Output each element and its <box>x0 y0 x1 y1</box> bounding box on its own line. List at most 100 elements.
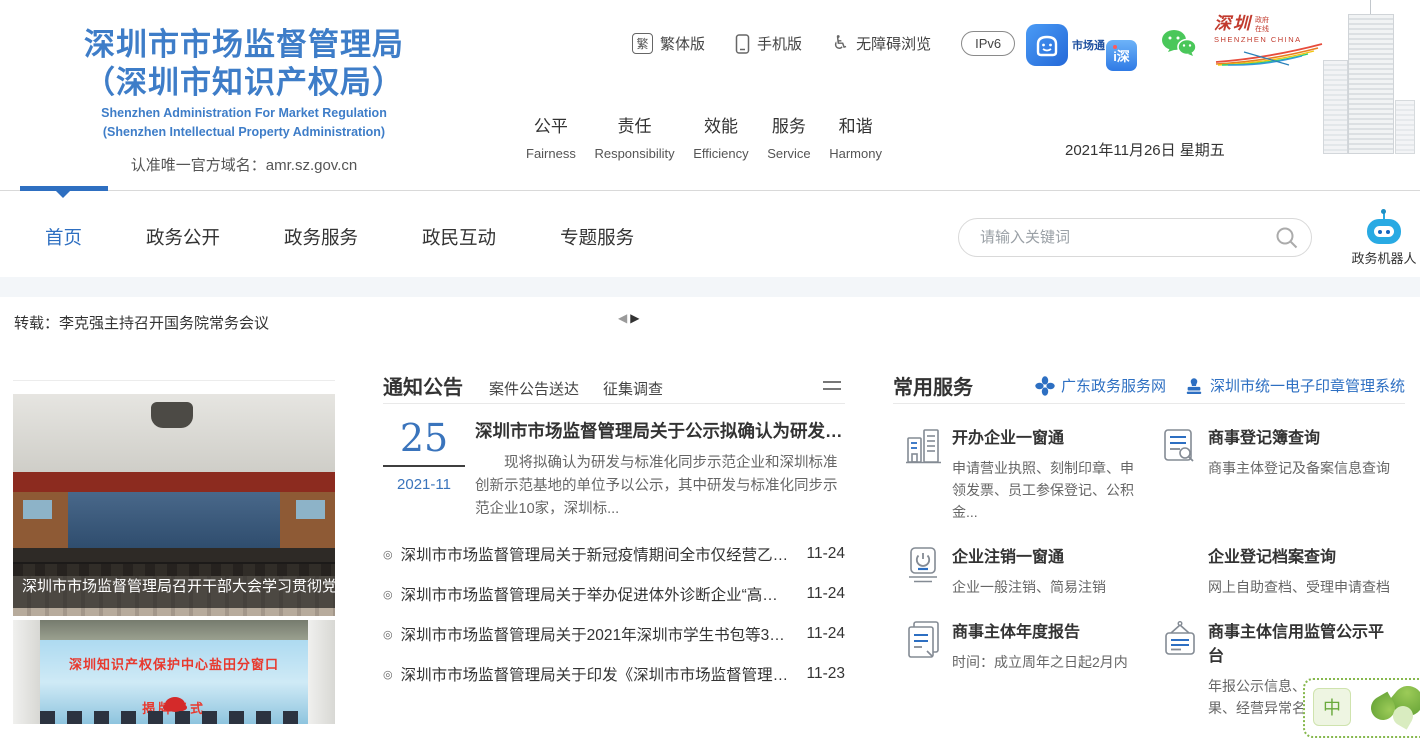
tab-surveys[interactable]: 征集调查 <box>603 378 663 399</box>
notice-link[interactable]: ◎ 深圳市市场监督管理局关于举办促进体外诊断企业“高质量... 11-24 <box>383 574 845 614</box>
photo-wall <box>13 492 335 548</box>
building-icon <box>905 424 952 523</box>
accessibility-link[interactable]: ♿ 无障碍浏览 <box>832 33 931 54</box>
mobile-label: 手机版 <box>757 33 802 54</box>
search-button[interactable] <box>1263 226 1311 250</box>
ticker-prev-icon[interactable]: ◀ <box>618 311 627 325</box>
eseal-system-link[interactable]: 深圳市统一电子印章管理系统 <box>1184 375 1405 396</box>
bullet-icon: ◎ <box>383 668 393 681</box>
site-title-en-1: Shenzhen Administration For Market Regul… <box>28 106 460 121</box>
ipv6-badge[interactable]: IPv6 <box>961 31 1015 56</box>
featured-month: 2021-11 <box>383 476 465 493</box>
bullet-icon: ◎ <box>383 628 393 641</box>
mobile-version-link[interactable]: 手机版 <box>735 33 802 54</box>
stamp-icon <box>1184 376 1204 396</box>
notice-list: ◎ 深圳市市场监督管理局关于新冠疫情期间全市仅经营乙类非... 11-24 ◎ … <box>383 534 845 694</box>
service-open-business[interactable]: 开办企业一窗通 申请营业执照、刻制印章、申领发票、员工参保登记、公积金... <box>893 404 1149 523</box>
document-search-icon <box>1161 424 1208 523</box>
weather-widget[interactable]: 中 <box>1303 678 1420 738</box>
featured-date-divider <box>383 465 465 467</box>
featured-notice[interactable]: 25 2021-11 深圳市市场监督管理局关于公示拟确认为研发与标... 现将拟… <box>383 418 845 521</box>
clover-leaves-icon <box>1358 688 1420 728</box>
nav-item-interaction[interactable]: 政民互动 <box>422 224 496 250</box>
site-title-zh-2: （深圳市知识产权局） <box>28 64 460 102</box>
notice-link[interactable]: ◎ 深圳市市场监督管理局关于新冠疫情期间全市仅经营乙类非... 11-24 <box>383 534 845 574</box>
no-icon <box>1161 543 1208 598</box>
news-carousel: 深圳市市场监督管理局召开干部大会学习贯彻党的十... 深圳知识产权保护中心盐田分… <box>13 380 335 724</box>
gov-robot-button[interactable]: 政务机器人 <box>1348 211 1420 267</box>
traditional-label: 繁体版 <box>660 33 705 54</box>
value-service: 服务 Service <box>767 112 810 161</box>
current-date: 2021年11月26日 星期五 <box>1065 139 1225 160</box>
nav-item-home[interactable]: 首页 <box>45 224 82 250</box>
traditional-chinese-link[interactable]: 繁 繁体版 <box>632 33 705 54</box>
tab-case-announcements[interactable]: 案件公告送达 <box>489 378 579 399</box>
shenzhen-logo-sub: 政府在线 <box>1255 16 1273 34</box>
photo2-pillar-right <box>308 620 335 724</box>
market-app-icon <box>1026 24 1068 66</box>
ishenzhen-dot-icon <box>1113 45 1117 49</box>
power-icon <box>905 543 952 598</box>
report-icon <box>905 618 952 719</box>
hanging-board-icon <box>1161 618 1208 719</box>
service-registry-search[interactable]: 商事登记簿查询 商事主体登记及备案信息查询 <box>1149 404 1405 523</box>
notices-panel: 通知公告 案件公告送达 征集调查 25 2021-11 深圳市市场监督管理局关于… <box>383 368 845 694</box>
market-app-link[interactable]: 市场通 <box>1026 24 1105 66</box>
accessibility-label: 无障碍浏览 <box>856 33 931 54</box>
wheelchair-icon: ♿ <box>832 34 849 53</box>
nav-active-triangle <box>56 191 70 198</box>
utility-bar: 繁 繁体版 手机版 ♿ 无障碍浏览 IPv6 <box>632 31 1015 56</box>
search-icon <box>1275 226 1299 250</box>
wechat-icon[interactable] <box>1160 28 1198 63</box>
news-ticker: 转载：李克强主持召开国务院常务会议 ◀ ▶ <box>0 297 1420 345</box>
carousel-caption: 深圳市市场监督管理局召开干部大会学习贯彻党的十... <box>13 562 335 608</box>
ishenzhen-app-icon[interactable]: i深 <box>1106 40 1137 71</box>
official-domain-notice: 认准唯一官方域名：amr.sz.gov.cn <box>28 154 460 175</box>
nav-item-special-services[interactable]: 专题服务 <box>560 224 634 250</box>
shenzhen-logo-name: 深圳 <box>1214 15 1252 33</box>
ticker-headline[interactable]: 转载：李克强主持召开国务院常务会议 <box>14 312 269 333</box>
guangdong-services-link[interactable]: 广东政务服务网 <box>1035 375 1166 396</box>
featured-date: 25 2021-11 <box>383 418 465 521</box>
nav-item-gov-services[interactable]: 政务服务 <box>284 224 358 250</box>
pinwheel-icon <box>1035 376 1055 396</box>
section-divider <box>0 277 1420 297</box>
notice-link[interactable]: ◎ 深圳市市场监督管理局关于2021年深圳市学生书包等3类产... 11-24 <box>383 614 845 654</box>
photo2-banner-line1: 深圳知识产权保护中心盐田分窗口 <box>40 654 308 673</box>
value-fairness: 公平 Fairness <box>526 112 576 161</box>
photo2-people <box>40 711 308 724</box>
notice-link[interactable]: ◎ 深圳市市场监督管理局关于印发《深圳市市场监督管理局商... 11-23 <box>383 654 845 694</box>
robot-icon <box>1367 219 1401 244</box>
service-archive-search[interactable]: 企业登记档案查询 网上自助查档、受理申请查档 <box>1149 523 1405 598</box>
photo-ceiling <box>13 394 335 472</box>
carousel-slide-1[interactable]: 深圳市市场监督管理局召开干部大会学习贯彻党的十... <box>13 394 335 616</box>
traditional-icon: 繁 <box>632 33 653 54</box>
nav-item-gov-info[interactable]: 政务公开 <box>146 224 220 250</box>
photo2-ceiling <box>13 620 335 640</box>
value-harmony: 和谐 Harmony <box>829 112 882 161</box>
shenzhen-china-logo[interactable]: 深圳 政府在线 SHENZHEN CHINA <box>1214 15 1326 71</box>
ticker-next-icon[interactable]: ▶ <box>630 311 639 325</box>
photo2-flower <box>165 697 185 712</box>
search-bar <box>958 218 1312 257</box>
search-input[interactable] <box>980 229 1263 246</box>
building-illustration <box>1316 2 1420 156</box>
featured-notice-title: 深圳市市场监督管理局关于公示拟确认为研发与标... <box>475 418 845 443</box>
site-logo[interactable]: 深圳市市场监督管理局 （深圳市知识产权局） Shenzhen Administr… <box>28 26 460 175</box>
phone-icon <box>735 34 750 54</box>
services-title: 常用服务 <box>893 371 973 400</box>
photo-banner <box>13 472 335 492</box>
core-values: 公平 Fairness 责任 Responsibility 效能 Efficie… <box>526 112 882 161</box>
more-icon[interactable] <box>823 381 845 390</box>
value-efficiency: 效能 Efficiency <box>693 112 748 161</box>
carousel-slide-2[interactable]: 深圳知识产权保护中心盐田分窗口 揭牌仪式 <box>13 620 335 724</box>
rainbow-swoosh-icon <box>1214 42 1324 66</box>
site-title-zh-1: 深圳市市场监督管理局 <box>28 26 460 64</box>
service-annual-report[interactable]: 商事主体年度报告 时间：成立周年之日起2月内 <box>893 598 1149 719</box>
photo2-pillar-left <box>13 620 40 724</box>
featured-notice-summary: 现将拟确认为研发与标准化同步示范企业和深圳标准创新示范基地的单位予以公示，其中研… <box>475 452 845 521</box>
robot-label: 政务机器人 <box>1348 248 1420 267</box>
service-deregistration[interactable]: 企业注销一窗通 企业一般注销、简易注销 <box>893 523 1149 598</box>
weather-widget-label: 中 <box>1313 688 1351 726</box>
notices-title: 通知公告 <box>383 371 463 400</box>
